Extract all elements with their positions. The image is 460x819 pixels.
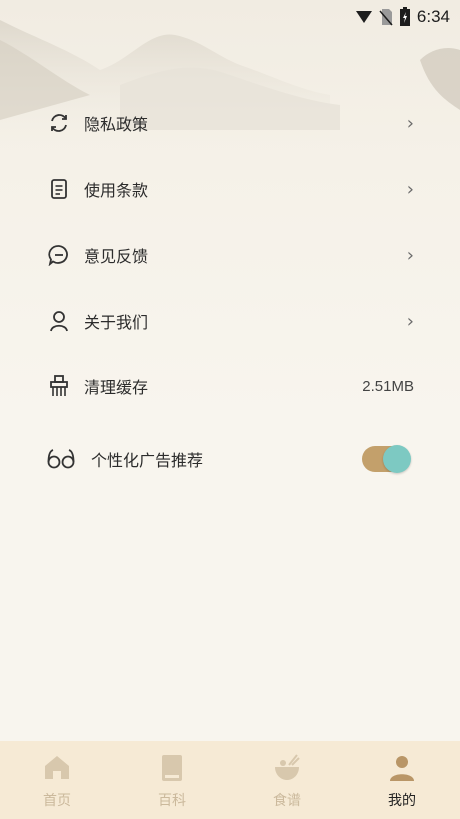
terms-of-use-label: 使用条款: [84, 181, 149, 200]
clear-cache-row[interactable]: 清理缓存 2.51MB: [0, 361, 460, 411]
bowl-icon: [275, 754, 300, 780]
status-time: 6:34: [416, 7, 450, 26]
home-icon: [45, 756, 69, 779]
tab-encyclopedia[interactable]: 百科: [122, 741, 222, 819]
chat-bubble-icon: [47, 243, 71, 267]
tab-home[interactable]: 首页: [7, 741, 107, 819]
battery-icon: [399, 7, 410, 26]
chevron-right-icon: ›: [406, 244, 414, 266]
privacy-policy-label: 隐私政策: [84, 115, 149, 134]
chevron-right-icon: ›: [406, 178, 414, 200]
person-icon: [390, 756, 414, 781]
personalized-ads-toggle[interactable]: [362, 445, 411, 473]
user-icon: [47, 309, 71, 333]
glasses-icon: [47, 447, 75, 471]
clear-cache-label: 清理缓存: [84, 378, 149, 397]
chevron-right-icon: ›: [406, 112, 414, 134]
about-us-label: 关于我们: [84, 313, 149, 332]
feedback-label: 意见反馈: [84, 247, 149, 266]
chevron-right-icon: ›: [406, 310, 414, 332]
broom-icon: [47, 374, 71, 398]
feedback-row[interactable]: 意见反馈 ›: [0, 230, 460, 280]
tab-encyclopedia-label: 百科: [158, 793, 186, 809]
about-us-row[interactable]: 关于我们 ›: [0, 296, 460, 346]
tab-mine[interactable]: 我的: [352, 741, 452, 819]
toggle-knob: [383, 445, 411, 473]
refresh-icon: [47, 111, 71, 135]
book-icon: [162, 755, 182, 781]
tab-recipes[interactable]: 食谱: [237, 741, 337, 819]
bottom-tab-bar: 首页 百科 食谱 我的: [0, 741, 460, 819]
terms-of-use-row[interactable]: 使用条款 ›: [0, 164, 460, 214]
personalized-ads-label: 个性化广告推荐: [91, 451, 204, 470]
cache-size-value: 2.51MB: [362, 377, 414, 395]
wifi-icon: [355, 11, 372, 23]
tab-recipes-label: 食谱: [273, 793, 301, 809]
no-sim-icon: [379, 9, 393, 26]
status-bar: 6:34: [0, 0, 460, 34]
tab-mine-label: 我的: [388, 793, 416, 809]
tab-home-label: 首页: [43, 793, 71, 809]
privacy-policy-row[interactable]: 隐私政策 ›: [0, 98, 460, 148]
document-icon: [47, 177, 71, 201]
personalized-ads-row: 个性化广告推荐: [0, 434, 460, 484]
